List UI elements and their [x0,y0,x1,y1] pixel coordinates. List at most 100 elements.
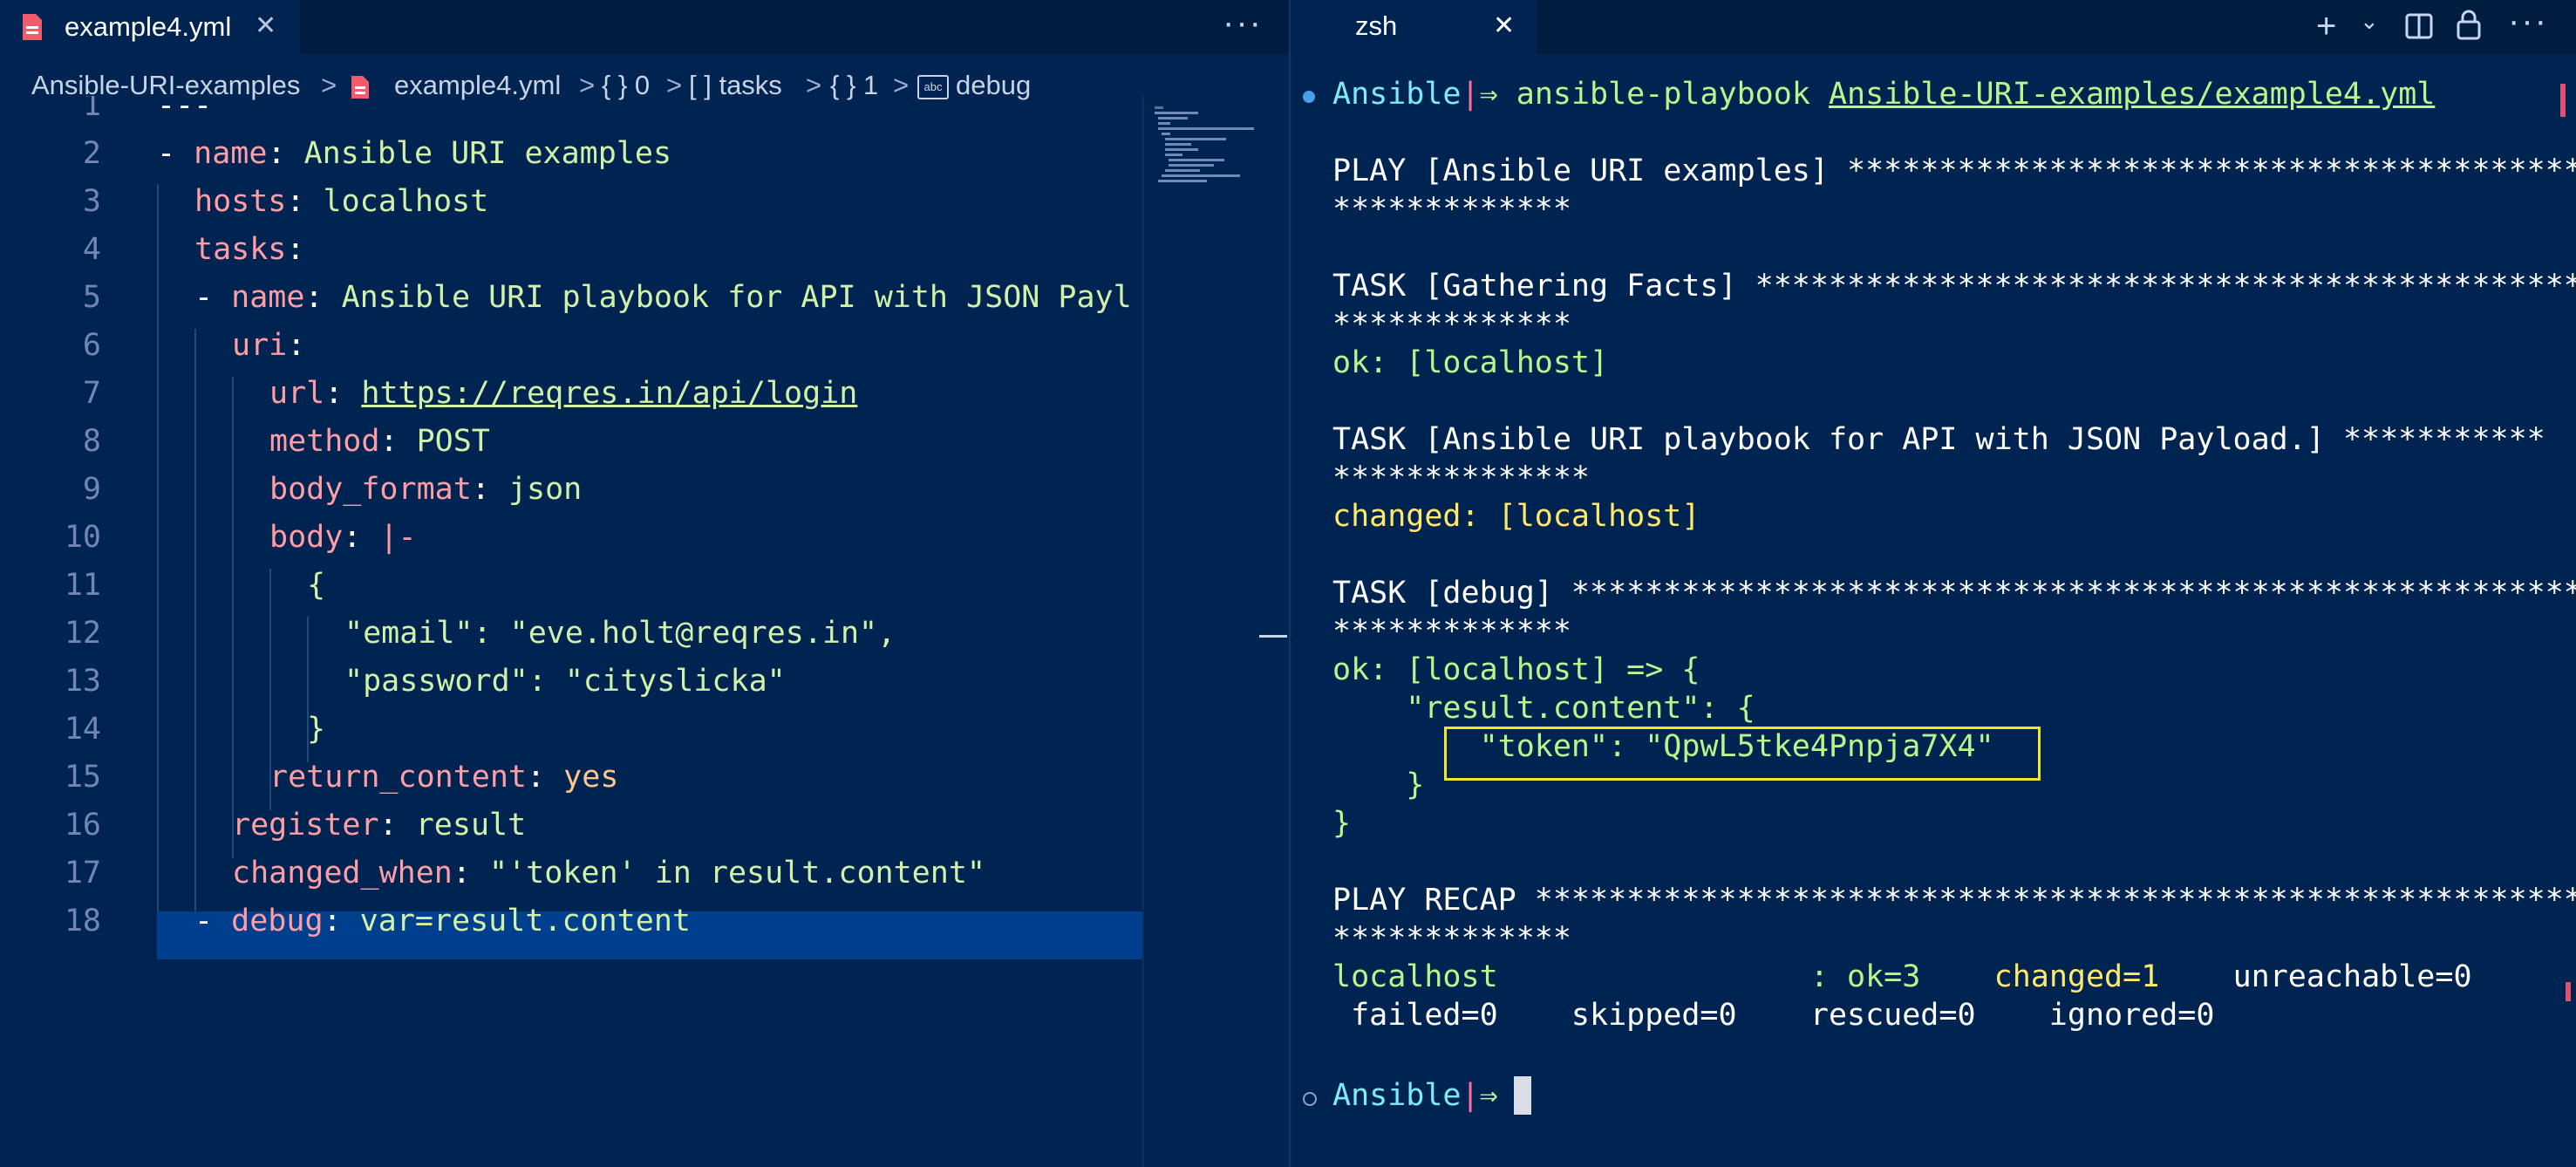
line-number: 13 [64,664,101,699]
terminal-line: "result.content": { [1332,691,1755,726]
code-text: register: result [232,808,527,843]
code-text: "password": "cityslicka" [344,664,786,699]
line-number: 2 [82,136,101,171]
code-text: changed_when: "'token' in result.content… [232,856,985,891]
code-line[interactable]: 15 return_content: yes [0,754,1142,802]
code-text: - debug: var=result.content [194,904,691,938]
terminal-line: TASK [Ansible URI playbook for API with … [1332,422,2545,457]
line-number: 3 [82,184,101,219]
line-number: 8 [82,424,101,459]
close-icon[interactable]: ✕ [255,10,276,42]
code-line[interactable]: 1 --- [0,96,1142,130]
code-text: hosts: localhost [194,184,489,219]
code-line[interactable]: 18 - debug: var=result.content [0,897,1142,945]
code-text: url: https://reqres.in/api/login [269,376,858,411]
code-text: "email": "eve.holt@reqres.in", [344,616,896,651]
terminal-line: Ansible|⇒ ansible-playbook Ansible-URI-e… [1332,77,2436,112]
code-line[interactable]: 4 tasks: [0,226,1142,274]
code-line[interactable]: 3 hosts: localhost [0,178,1142,226]
terminal-line: ************* [1332,921,1571,956]
tab-example4-yml[interactable]: example4.yml ✕ [0,0,300,54]
line-number: 11 [64,568,101,603]
code-line[interactable]: 6 uri: [0,322,1142,370]
terminal-tab-bar: zsh ✕ + ⌄ ··· [1291,0,2576,54]
terminal-line: } [1332,806,1352,841]
line-number: 17 [64,856,101,891]
terminal-prompt[interactable]: Ansible|⇒ [1332,1076,1498,1115]
code-line[interactable]: 12 "email": "eve.holt@reqres.in", [0,610,1142,658]
terminal-line: ok: [localhost] => { [1332,652,1700,687]
line-number: 6 [82,328,101,363]
line-number: 9 [82,472,101,507]
code-text: body_format: json [269,472,583,507]
split-editor-icon[interactable] [2405,12,2433,40]
scrollbar-marker [2560,84,2566,117]
line-number: 1 [82,96,101,123]
code-line[interactable]: 5 - name: Ansible URI playbook for API w… [0,274,1142,322]
terminal-line: PLAY RECAP *****************************… [1332,883,2576,918]
code-line[interactable]: 13 "password": "cityslicka" [0,658,1142,706]
line-number: 12 [64,616,101,651]
chevron-down-icon[interactable]: ⌄ [2360,5,2379,37]
add-terminal-icon[interactable]: + [2316,9,2336,44]
code-text: } [307,712,326,747]
terminal-line: ************* [1332,307,1571,342]
code-line[interactable]: 17 changed_when: "'token' in result.cont… [0,850,1142,897]
command-success-icon [1303,91,1315,103]
code-text: tasks: [194,232,305,267]
terminal-line: ************** [1332,461,1591,495]
tab-label: example4.yml [65,11,232,42]
code-text: uri: [232,328,306,363]
more-actions-icon[interactable]: ··· [1223,5,1263,40]
code-line[interactable]: 9 body_format: json [0,466,1142,514]
terminal-line: localhost : ok=3 changed=1 unreachable=0 [1332,959,2472,994]
minimap[interactable] [1142,96,1257,1167]
close-icon[interactable]: ✕ [1493,10,1515,42]
lock-icon[interactable] [2456,9,2482,40]
code-line[interactable]: 11 { [0,562,1142,610]
code-editor[interactable]: 1 --- 2 - name: Ansible URI examples 3 h… [0,96,1142,1167]
url-link[interactable]: https://reqres.in/api/login [361,376,857,411]
terminal-line: ************* [1332,192,1571,227]
line-number: 16 [64,808,101,843]
code-text: { [307,568,326,603]
terminal-cursor [1514,1076,1531,1115]
terminal-line: } [1332,768,1425,802]
sash-handle[interactable] [1259,635,1287,638]
code-text: --- [157,96,213,123]
prompt-idle-icon [1303,1092,1317,1106]
terminal-line: PLAY [Ansible URI examples] ************… [1332,154,2576,188]
code-line[interactable]: 2 - name: Ansible URI examples [0,130,1142,178]
line-number: 14 [64,712,101,747]
tab-zsh[interactable]: zsh ✕ [1291,0,1537,54]
editor-pane: example4.yml ✕ ··· Ansible-URI-examples … [0,0,1289,1167]
code-text: body: |- [269,520,417,555]
line-number: 10 [64,520,101,555]
token-highlight-box [1444,727,2041,781]
line-number: 15 [64,760,101,795]
line-number: 5 [82,280,101,315]
line-number: 7 [82,376,101,411]
terminal-line: ************* [1332,614,1571,649]
editor-tab-bar: example4.yml ✕ ··· [0,0,1289,54]
scrollbar-marker [2566,982,2571,1001]
terminal-line: TASK [debug] ***************************… [1332,576,2576,611]
code-line[interactable]: 7 url: https://reqres.in/api/login [0,370,1142,418]
line-number: 4 [82,232,101,267]
code-line[interactable]: 10 body: |- [0,514,1142,562]
more-actions-icon[interactable]: ··· [2508,3,2548,38]
code-text: method: POST [269,424,490,459]
code-text: - name: Ansible URI examples [157,136,672,171]
terminal-line: ok: [localhost] [1332,345,1609,380]
terminal-line: failed=0 skipped=0 rescued=0 ignored=0 [1332,998,2215,1033]
code-text: - name: Ansible URI playbook for API wit… [194,280,1132,315]
yaml-file-icon [23,14,42,40]
code-line[interactable]: 16 register: result [0,802,1142,850]
terminal-line: changed: [localhost] [1332,499,1700,534]
minimap-preview [1155,106,1254,182]
code-line[interactable]: 14 } [0,706,1142,754]
code-line[interactable]: 8 method: POST [0,418,1142,466]
line-number: 18 [64,904,101,938]
tab-label: zsh [1355,10,1398,41]
terminal-pane[interactable]: zsh ✕ + ⌄ ··· Ansible|⇒ ansible-playbook… [1289,0,2576,1167]
